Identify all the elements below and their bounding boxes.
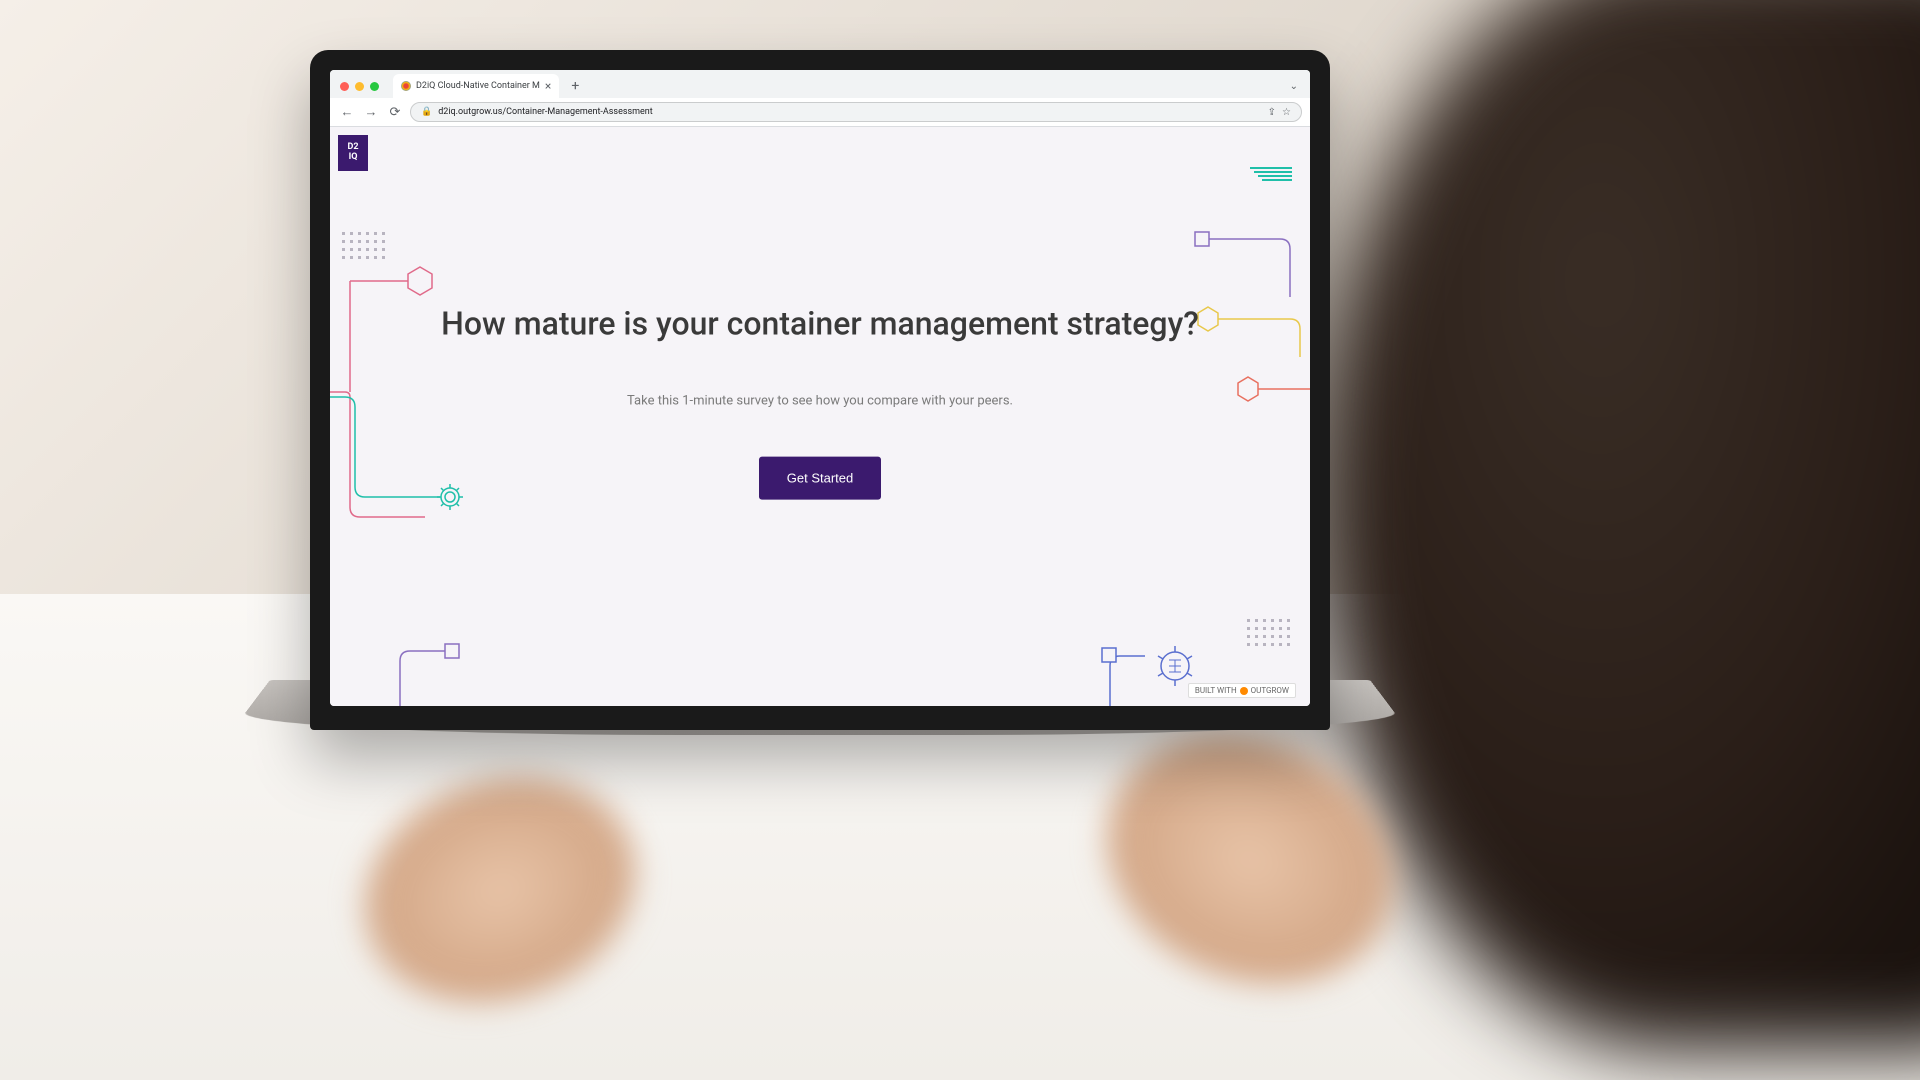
purple-sq-path-icon [1190,227,1300,307]
bookmark-star-icon[interactable]: ☆ [1282,107,1291,118]
maximize-window-icon[interactable] [370,82,379,91]
get-started-button[interactable]: Get Started [759,456,881,499]
page-heading: How mature is your container management … [428,302,1212,345]
url-text: d2iq.outgrow.us/Container-Management-Ass… [438,107,1261,117]
laptop-screen-frame: D2iQ Cloud-Native Container M × + ⌄ ← → … [310,50,1330,730]
red-path-icon [1230,367,1310,417]
tab-close-icon[interactable]: × [545,79,551,93]
d2iq-logo[interactable]: D2IQ [338,135,368,171]
share-icon[interactable]: ⇪ [1268,107,1276,118]
browser-tab[interactable]: D2iQ Cloud-Native Container M × [393,74,559,98]
favicon-icon [401,81,411,91]
badge-brand: OUTGROW [1251,686,1289,695]
nav-bar: ← → ⟳ 🔒 d2iq.outgrow.us/Container-Manage… [330,98,1310,126]
page-body: D2IQ [330,127,1310,706]
new-tab-button[interactable]: + [565,78,585,94]
page-subtext: Take this 1-minute survey to see how you… [428,393,1212,408]
minimize-window-icon[interactable] [355,82,364,91]
forward-button[interactable]: → [362,104,380,120]
hero-content: How mature is your container management … [428,302,1212,499]
built-with-badge[interactable]: BUILT WITH OUTGROW [1188,683,1296,698]
reload-button[interactable]: ⟳ [386,105,404,120]
back-button[interactable]: ← [338,104,356,120]
address-bar[interactable]: 🔒 d2iq.outgrow.us/Container-Management-A… [410,102,1302,122]
tab-bar: D2iQ Cloud-Native Container M × + ⌄ [330,70,1310,98]
tab-title: D2iQ Cloud-Native Container M [416,81,540,91]
outgrow-icon [1240,687,1248,695]
stripes-decoration-icon [1250,167,1292,183]
dots-decoration-icon [342,232,385,259]
tabs-overflow-icon[interactable]: ⌄ [1290,81,1304,92]
close-window-icon[interactable] [340,82,349,91]
laptop: /*placeholder script removed below by st… [310,50,1330,830]
purple-path-icon [390,626,470,706]
browser-chrome: D2iQ Cloud-Native Container M × + ⌄ ← → … [330,70,1310,127]
lock-icon: 🔒 [421,107,432,117]
screen: D2iQ Cloud-Native Container M × + ⌄ ← → … [330,70,1310,706]
window-controls [336,82,387,91]
badge-prefix: BUILT WITH [1195,686,1237,695]
dots-decoration-icon [1247,619,1290,646]
